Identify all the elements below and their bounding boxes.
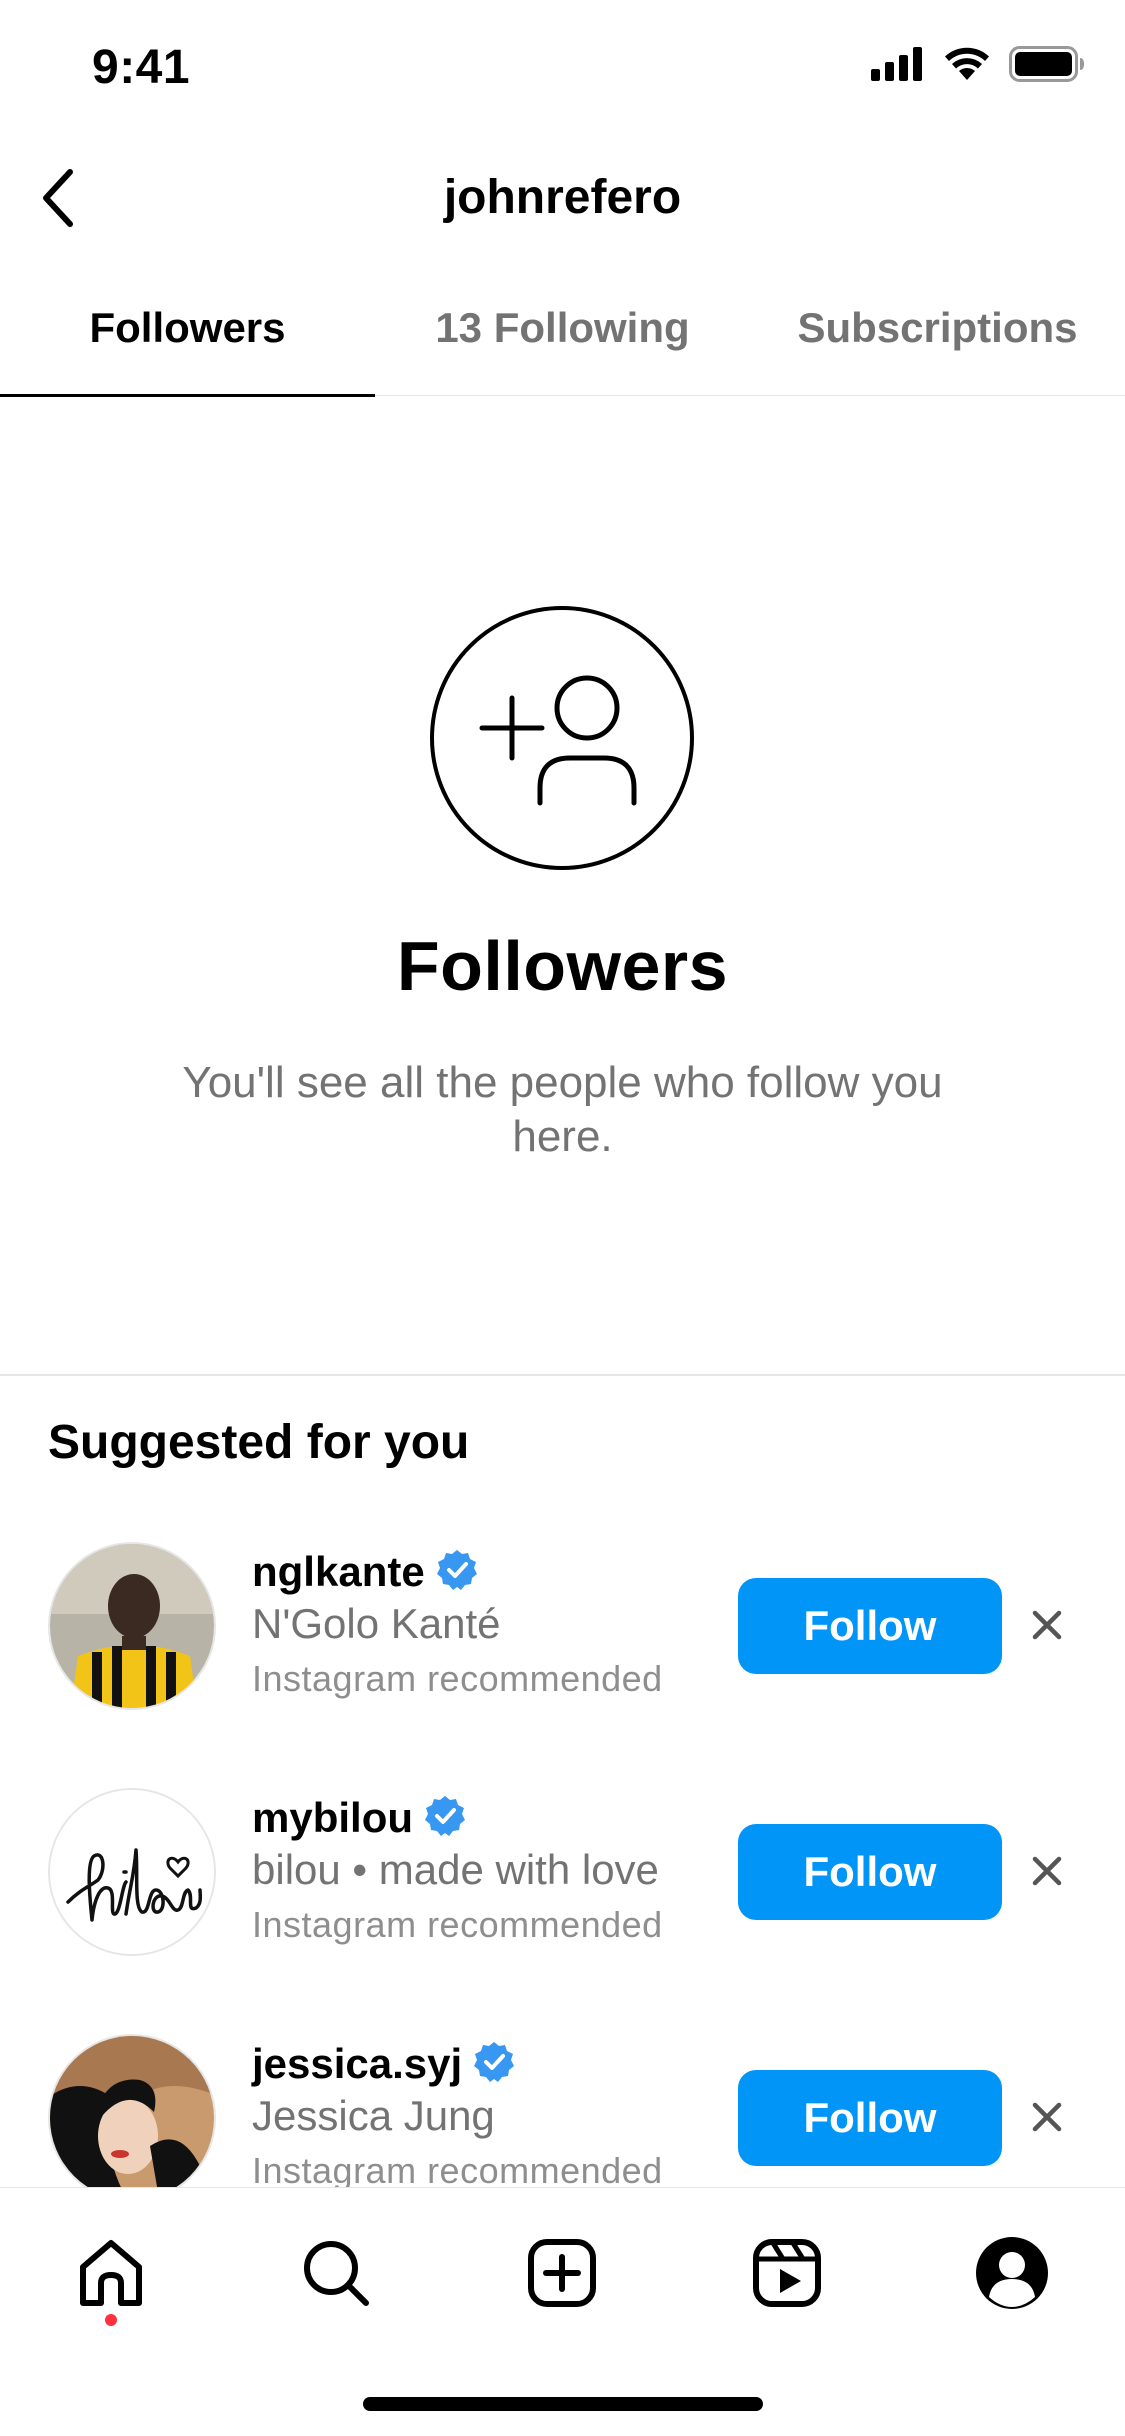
home-icon <box>80 2240 142 2306</box>
username[interactable]: nglkante <box>252 1548 425 1596</box>
tab-subscriptions[interactable]: Subscriptions <box>750 290 1125 395</box>
dismiss-button[interactable] <box>1022 1846 1072 1896</box>
dismiss-button[interactable] <box>1022 1600 1072 1650</box>
avatar[interactable] <box>48 1788 216 1956</box>
nav-create[interactable] <box>517 2228 607 2318</box>
section-divider <box>0 1374 1125 1376</box>
verified-badge-icon <box>423 1794 467 1843</box>
verified-badge-icon <box>472 2040 516 2089</box>
user-info: jessica.syj Jessica Jung Instagram recom… <box>252 2038 663 2190</box>
full-name: N'Golo Kanté <box>252 1600 501 1647</box>
followers-screen: 9:41 johnrefero Followers 13 Following S… <box>0 0 1125 2436</box>
username[interactable]: mybilou <box>252 1794 413 1842</box>
empty-state: Followers You'll see all the people who … <box>0 396 1125 1374</box>
battery-icon <box>1009 46 1085 87</box>
status-time: 9:41 <box>92 41 191 94</box>
close-icon <box>1032 1856 1062 1886</box>
list-item[interactable]: nglkante N'Golo Kanté Instagram recommen… <box>0 1500 1125 1720</box>
verified-badge-icon <box>435 1548 479 1597</box>
suggested-title: Suggested for you <box>48 1416 470 1469</box>
reels-icon <box>753 2239 821 2307</box>
create-icon <box>528 2239 596 2307</box>
profile-icon <box>976 2237 1048 2309</box>
user-info: mybilou bilou • made with love Instagram… <box>252 1792 663 1946</box>
notification-dot <box>105 2314 117 2326</box>
recommendation-reason: Instagram recommended <box>252 1658 663 1699</box>
list-item[interactable]: jessica.syj Jessica Jung Instagram recom… <box>0 1992 1125 2190</box>
empty-state-title: Followers <box>396 927 729 1005</box>
follow-button[interactable]: Follow <box>738 2070 1002 2166</box>
user-info: nglkante N'Golo Kanté Instagram recommen… <box>252 1546 663 1700</box>
tab-bar: Followers 13 Following Subscriptions <box>0 290 1125 397</box>
tab-followers[interactable]: Followers <box>0 290 375 397</box>
status-icons <box>871 46 1085 87</box>
recommendation-reason: Instagram recommended <box>252 1904 663 1945</box>
nav-home[interactable] <box>66 2228 156 2318</box>
cellular-signal-icon <box>871 47 925 86</box>
suggested-list: nglkante N'Golo Kanté Instagram recommen… <box>0 1500 1125 2190</box>
list-item[interactable]: mybilou bilou • made with love Instagram… <box>0 1746 1125 1966</box>
close-icon <box>1032 1610 1062 1640</box>
recommendation-reason: Instagram recommended <box>252 2150 663 2190</box>
add-person-icon <box>430 606 694 870</box>
avatar[interactable] <box>48 2034 216 2190</box>
tab-following[interactable]: 13 Following <box>375 290 750 395</box>
empty-state-description: You'll see all the people who follow you… <box>182 1058 943 1161</box>
wifi-icon <box>943 46 991 87</box>
close-icon <box>1032 2102 1062 2132</box>
avatar[interactable] <box>48 1542 216 1710</box>
page-title: johnrefero <box>443 171 682 224</box>
nav-search[interactable] <box>291 2228 381 2318</box>
nav-profile[interactable] <box>967 2228 1057 2318</box>
full-name: Jessica Jung <box>252 2092 495 2139</box>
home-indicator[interactable] <box>363 2397 763 2411</box>
username[interactable]: jessica.syj <box>252 2040 462 2088</box>
dismiss-button[interactable] <box>1022 2092 1072 2142</box>
full-name: bilou • made with love <box>252 1846 659 1893</box>
search-icon <box>304 2241 369 2306</box>
follow-button[interactable]: Follow <box>738 1578 1002 1674</box>
header: johnrefero <box>0 150 1125 250</box>
status-bar: 9:41 <box>0 0 1125 132</box>
follow-button[interactable]: Follow <box>738 1824 1002 1920</box>
nav-reels[interactable] <box>742 2228 832 2318</box>
